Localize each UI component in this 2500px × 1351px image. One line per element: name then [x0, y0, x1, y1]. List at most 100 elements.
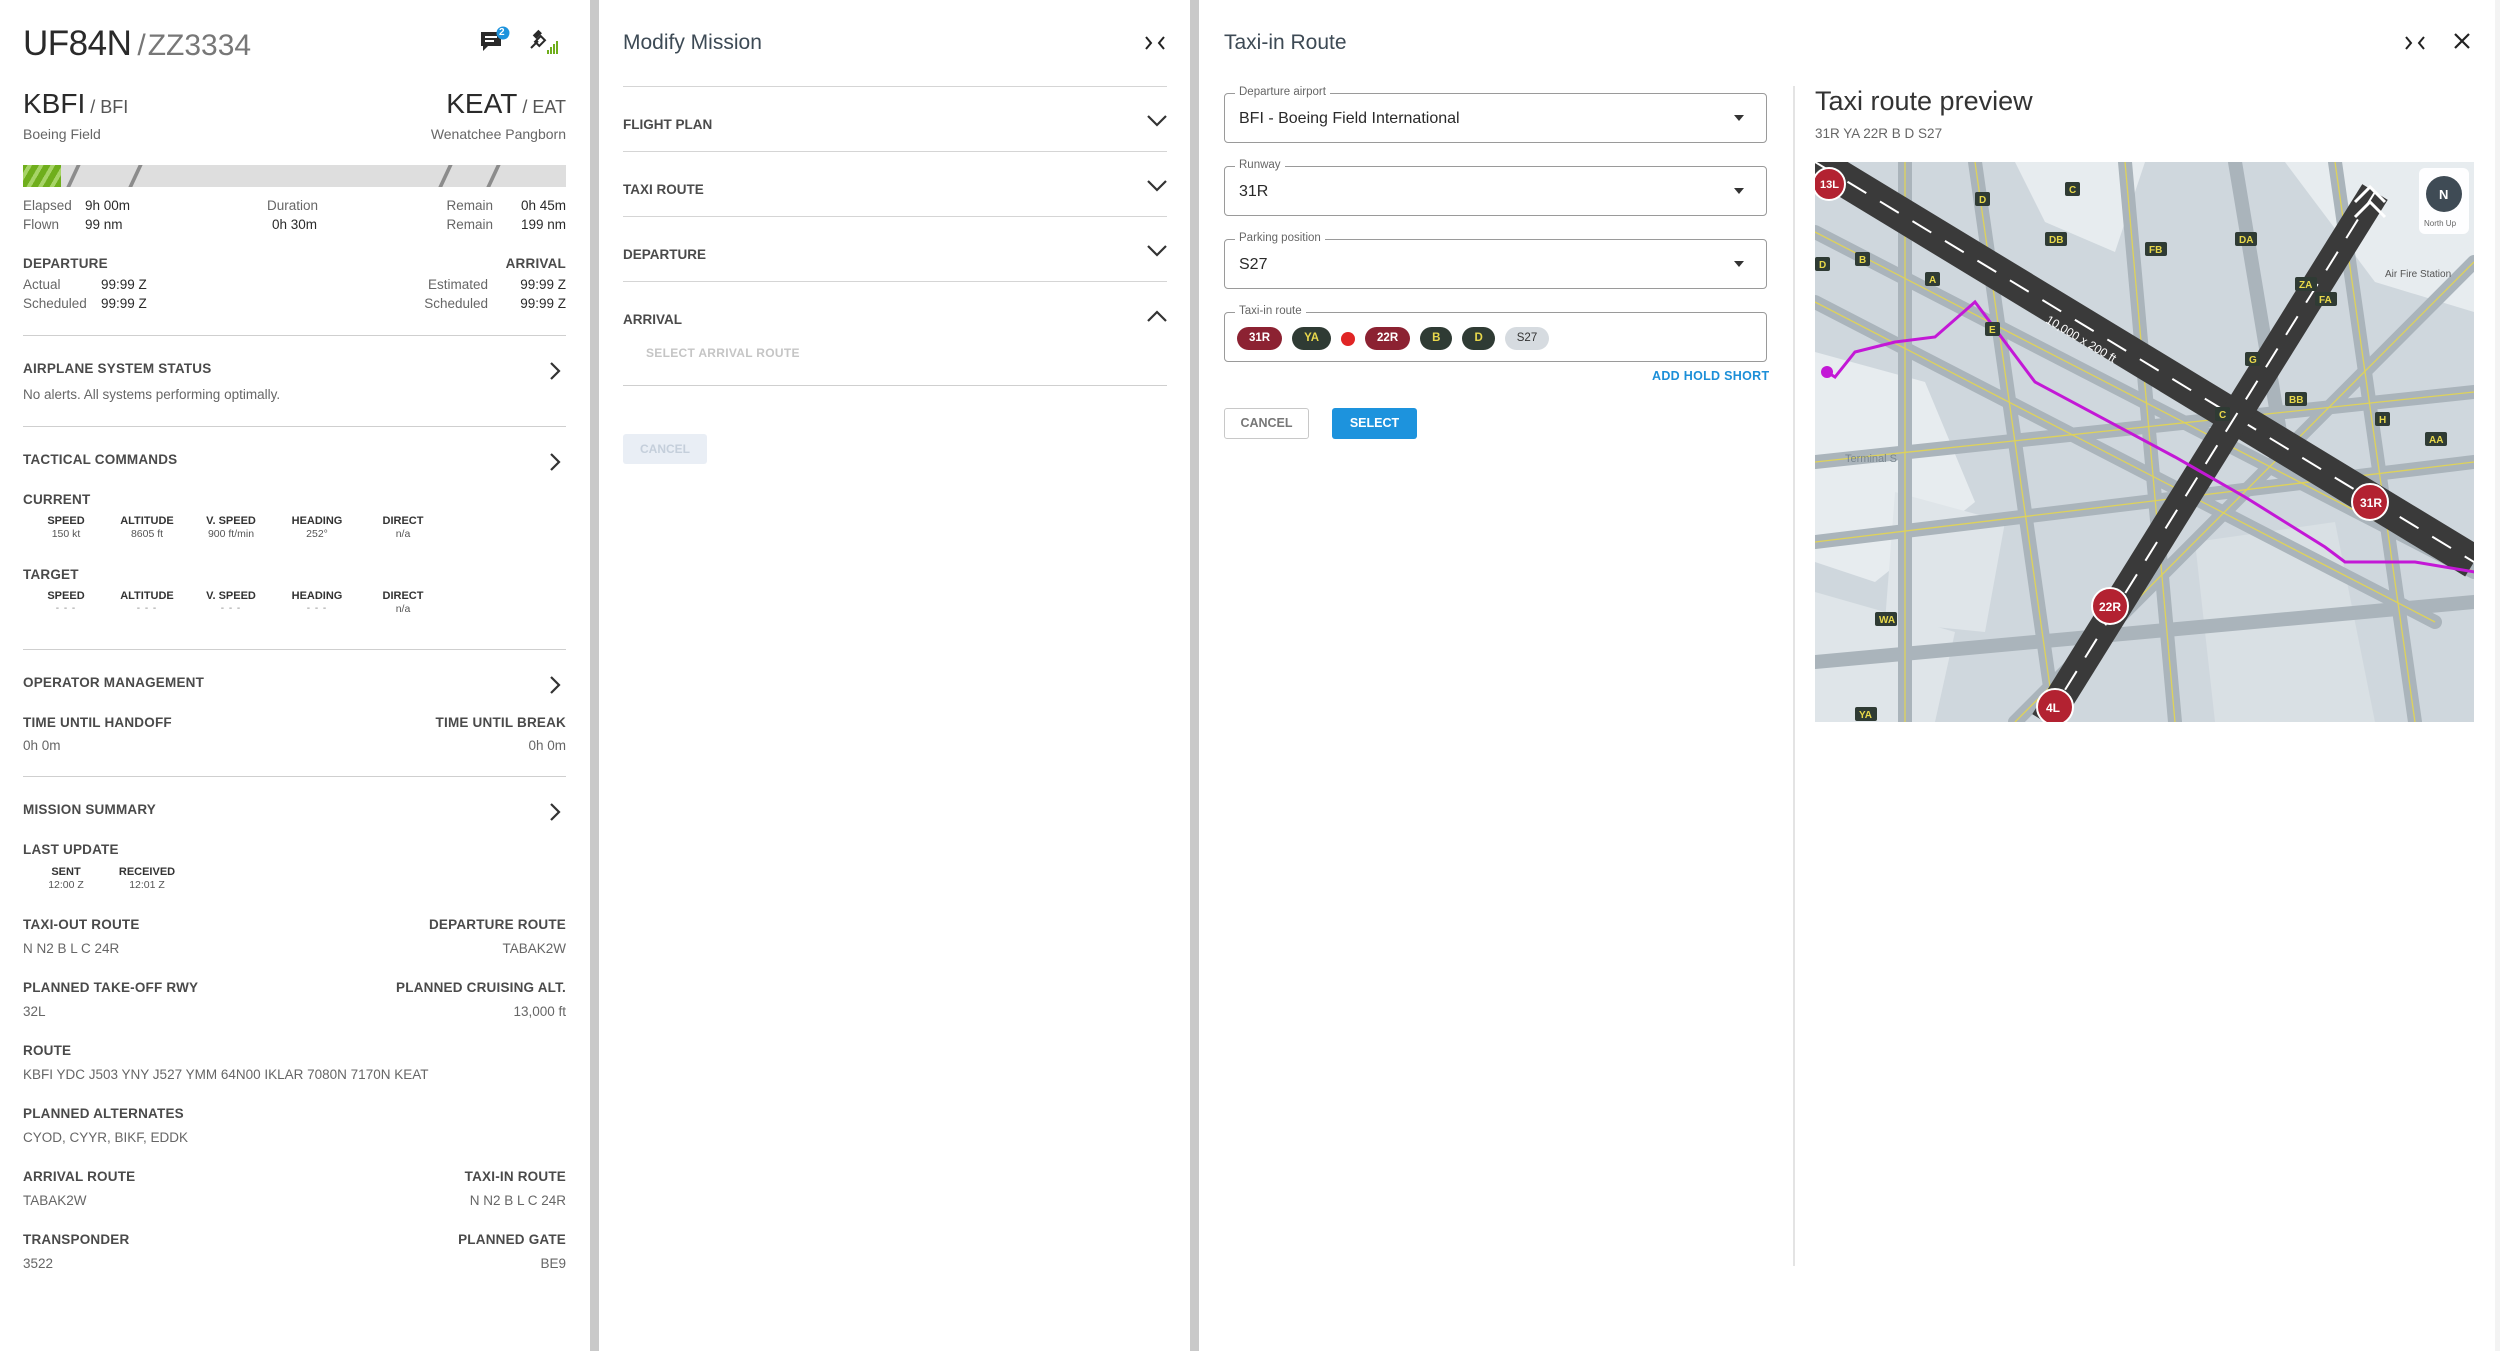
elapsed-value: 9h 00m	[85, 198, 131, 213]
progress-waypoint-mark	[127, 165, 143, 187]
field-label: Parking position	[1235, 232, 1325, 244]
arrival-iata: EAT	[532, 97, 566, 117]
collapse-panel-icon[interactable]	[1144, 34, 1166, 52]
arrival-icao: KEAT	[446, 88, 518, 119]
taxiway-tag-label: H	[2379, 415, 2386, 426]
messages-button[interactable]: 2	[478, 26, 512, 60]
planned-gate-value: BE9	[540, 1256, 566, 1271]
compass-button[interactable]: N North Up	[2419, 168, 2469, 234]
planned-alternates-label: PLANNED ALTERNATES	[23, 1106, 184, 1121]
accordion-taxi-route[interactable]: TAXI ROUTE	[623, 151, 1167, 215]
route-chip-runway[interactable]: 22R	[1365, 327, 1411, 350]
accordion-label: TAXI ROUTE	[623, 182, 704, 197]
airport-map[interactable]: 10,000 x 200 ft Terminal S Air Fire Stat…	[1815, 162, 2474, 722]
route-chip-taxiway[interactable]: YA	[1292, 327, 1332, 350]
taxi-in-route-field[interactable]: Taxi-in route 31R YA 22R B D S27	[1224, 305, 1767, 362]
progress-waypoint-mark	[485, 165, 501, 187]
taxiway-tag-label: AA	[2429, 435, 2443, 446]
close-icon[interactable]	[2453, 32, 2471, 50]
field-label: Departure airport	[1235, 86, 1330, 98]
route-label: ROUTE	[23, 1043, 72, 1058]
preview-divider	[1793, 86, 1795, 1266]
time-until-handoff-label: TIME UNTIL HANDOFF	[23, 715, 172, 730]
select-button[interactable]: SELECT	[1332, 408, 1417, 439]
chevron-right-icon[interactable]	[545, 452, 565, 472]
satellite-signal-icon	[530, 29, 558, 54]
dropdown-caret-icon	[1734, 188, 1744, 194]
runway-marker-13l[interactable]: 13L	[1815, 167, 1846, 201]
accordion-departure[interactable]: DEPARTURE	[623, 216, 1167, 280]
estimated-value: 99:99 Z	[520, 277, 566, 292]
runway-marker-label: 22R	[2099, 600, 2121, 614]
flight-detail-panel: UF84N / ZZ3334 2 KBFI / BFI KEAT / EAT B…	[0, 0, 590, 1351]
collapse-panel-icon[interactable]	[2404, 34, 2426, 52]
departure-icao: KBFI	[23, 88, 86, 119]
hold-short-dot-icon[interactable]	[1341, 331, 1356, 346]
modify-mission-title: Modify Mission	[623, 31, 762, 54]
accordion-label: FLIGHT PLAN	[623, 117, 713, 132]
route-chip-taxiway[interactable]: D	[1462, 327, 1495, 350]
chevron-right-icon[interactable]	[545, 361, 565, 381]
flight-progress-fill	[23, 165, 61, 187]
planned-takeoff-rwy-label: PLANNED TAKE-OFF RWY	[23, 980, 199, 995]
duration-value: 0h 30m	[272, 217, 318, 232]
add-hold-short-button[interactable]: ADD HOLD SHORT	[1652, 369, 1769, 383]
planned-alternates-value: CYOD, CYYR, BIKF, EDDK	[23, 1130, 189, 1145]
parking-position-select[interactable]: Parking position S27	[1224, 232, 1767, 289]
panel-divider[interactable]	[1190, 0, 1199, 1351]
progress-waypoint-mark	[65, 165, 81, 187]
departure-airport-select[interactable]: Departure airport BFI - Boeing Field Int…	[1224, 86, 1767, 143]
actual-label: Actual	[23, 277, 61, 292]
taxiway-tag-label: FB	[2149, 245, 2162, 256]
accordion-arrival[interactable]: ARRIVAL	[623, 281, 1167, 345]
operator-management-title: OPERATOR MANAGEMENT	[23, 675, 205, 690]
taxiway-tag-label: A	[1929, 275, 1936, 286]
taxiway-tag-label: E	[1989, 325, 1996, 336]
airport-map-canvas[interactable]: 10,000 x 200 ft Terminal S Air Fire Stat…	[1815, 162, 2474, 722]
route-value: KBFI YDC J503 YNY J527 YMM 64N00 IKLAR 7…	[23, 1067, 429, 1082]
time-until-handoff-value: 0h 0m	[23, 738, 61, 753]
panel-scrollbar[interactable]	[2495, 0, 2500, 1351]
panel-divider[interactable]	[590, 0, 599, 1351]
cancel-button[interactable]: CANCEL	[1224, 408, 1309, 439]
select-arrival-route-placeholder[interactable]: SELECT ARRIVAL ROUTE	[646, 346, 800, 360]
accordion-label: DEPARTURE	[623, 247, 707, 262]
tactical-column-title: DIRECT	[382, 590, 424, 602]
route-chip-runway[interactable]: 31R	[1237, 327, 1283, 350]
arrival-route-label: ARRIVAL ROUTE	[23, 1169, 136, 1184]
message-count-badge: 2	[499, 27, 505, 38]
tactical-column-title: V. SPEED	[206, 590, 256, 602]
field-value: 31R	[1239, 183, 1269, 200]
taxi-out-route-label: TAXI-OUT ROUTE	[23, 917, 140, 932]
runway-select[interactable]: Runway 31R	[1224, 159, 1767, 216]
datalink-button[interactable]	[527, 26, 561, 60]
north-up-label: North Up	[2424, 219, 2457, 228]
arrival-block-title: ARRIVAL	[505, 256, 566, 271]
runway-marker-22r[interactable]: 22R	[2091, 587, 2129, 625]
departure-iata: BFI	[100, 97, 129, 117]
taxiway-tag-label: DB	[2049, 235, 2063, 246]
arrival-airport: KEAT / EAT	[446, 88, 566, 120]
tactical-column-title: HEADING	[291, 590, 343, 602]
taxiway-tag-label: YA	[1859, 710, 1872, 721]
route-chip-list: 31R YA 22R B D S27	[1237, 327, 1550, 350]
section-divider	[23, 649, 566, 650]
taxi-route-preview-title: Taxi route preview	[1815, 86, 2033, 116]
remain-time-label: Remain	[446, 198, 493, 213]
callsign: UF84N	[23, 24, 132, 63]
compass-label: N	[2439, 187, 2448, 202]
route-chip-gate[interactable]: S27	[1504, 327, 1550, 350]
mission-summary-title: MISSION SUMMARY	[23, 802, 157, 817]
arrival-separator: /	[517, 97, 533, 117]
cancel-button-disabled: CANCEL	[623, 434, 707, 464]
accordion-flight-plan[interactable]: FLIGHT PLAN	[623, 86, 1167, 150]
runway-marker-31r[interactable]: 31R	[2351, 483, 2389, 521]
callsign-row: UF84N / ZZ3334	[23, 24, 251, 64]
chevron-right-icon[interactable]	[545, 802, 565, 822]
route-chip-taxiway[interactable]: B	[1420, 327, 1453, 350]
section-divider	[23, 776, 566, 777]
tactical-column-title: V. SPEED	[206, 515, 256, 527]
chevron-right-icon[interactable]	[545, 675, 565, 695]
tactical-column-title: HEADING	[291, 515, 343, 527]
runway-marker-4l[interactable]: 4L	[2036, 688, 2074, 722]
